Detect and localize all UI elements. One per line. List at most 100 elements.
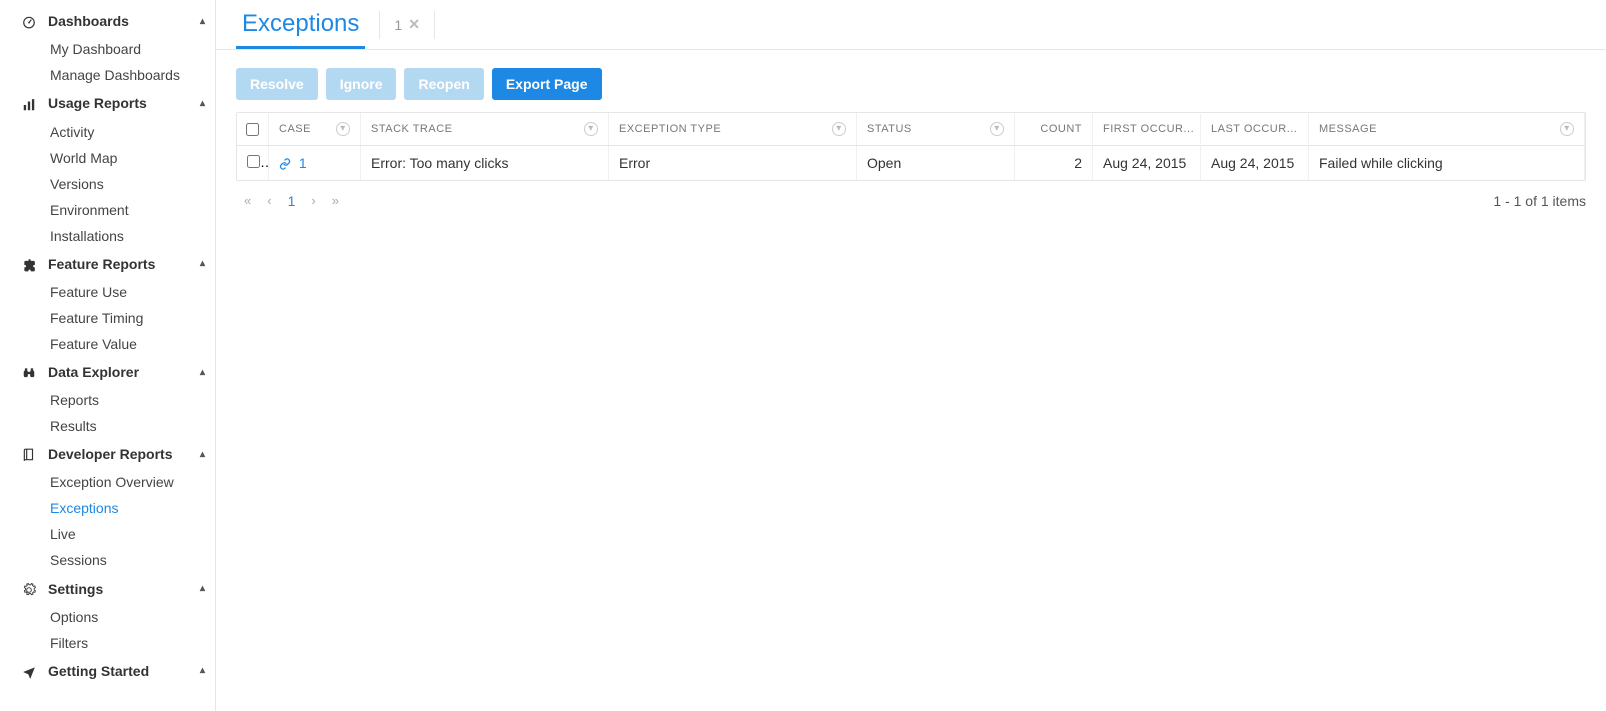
column-label: COUNT: [1040, 123, 1082, 135]
case-id: 1: [299, 155, 307, 171]
nav-item-feature-timing[interactable]: Feature Timing: [50, 305, 215, 331]
pager-first-icon[interactable]: «: [236, 191, 259, 210]
column-label: STACK TRACE: [371, 123, 453, 135]
close-tab-icon[interactable]: ✕: [408, 16, 420, 33]
nav-item-activity[interactable]: Activity: [50, 119, 215, 145]
nav-item-exception-overview[interactable]: Exception Overview: [50, 469, 215, 495]
tab-bar: Exceptions 1 ✕: [216, 0, 1606, 50]
nav-item-sessions[interactable]: Sessions: [50, 547, 215, 573]
sidebar: Dashboards ▴ My DashboardManage Dashboards…: [0, 0, 216, 711]
nav-section-label: Settings: [48, 581, 103, 597]
column-label: MESSAGE: [1319, 123, 1377, 135]
nav-item-manage-dashboards[interactable]: Manage Dashboards: [50, 62, 215, 88]
nav-item-versions[interactable]: Versions: [50, 171, 215, 197]
case-link[interactable]: 1: [279, 155, 307, 171]
column-header-first-occur[interactable]: FIRST OCCUR...: [1093, 114, 1201, 144]
pager-summary: 1 - 1 of 1 items: [1493, 193, 1586, 209]
column-header-count[interactable]: COUNT: [1015, 114, 1093, 144]
column-header-status[interactable]: STATUS ▾: [857, 113, 1015, 145]
pager-current-page[interactable]: 1: [280, 193, 304, 209]
column-header-exception-type[interactable]: EXCEPTION TYPE ▾: [609, 113, 857, 145]
table-row[interactable]: 1 Error: Too many clicks Error Open 2 Au…: [237, 146, 1585, 180]
nav-section-dashboards[interactable]: Dashboards ▴: [0, 6, 215, 36]
nav-item-exceptions[interactable]: Exceptions: [50, 495, 215, 521]
chevron-up-icon: ▴: [200, 665, 205, 676]
chevron-up-icon: ▴: [200, 583, 205, 594]
filter-icon[interactable]: ▾: [584, 122, 598, 136]
nav-item-filters[interactable]: Filters: [50, 630, 215, 656]
nav-item-world-map[interactable]: World Map: [50, 145, 215, 171]
gear-icon: [22, 580, 42, 596]
pager: « ‹ 1 › » 1 - 1 of 1 items: [216, 181, 1606, 220]
row-checkbox[interactable]: [247, 155, 260, 168]
export-page-button[interactable]: Export Page: [492, 68, 602, 100]
pager-last-icon[interactable]: »: [324, 191, 347, 210]
reopen-button[interactable]: Reopen: [404, 68, 483, 100]
filter-icon[interactable]: ▾: [336, 122, 350, 136]
select-all-checkbox[interactable]: [246, 123, 259, 136]
nav-section-label: Feature Reports: [48, 256, 155, 272]
binoculars-icon: [22, 364, 42, 380]
nav-section-data-explorer[interactable]: Data Explorer ▴: [0, 357, 215, 387]
row-message-cell: Failed while clicking: [1309, 146, 1585, 180]
column-header-last-occur[interactable]: LAST OCCUR...: [1201, 114, 1309, 144]
chevron-up-icon: ▴: [200, 98, 205, 109]
puzzle-icon: [22, 256, 42, 272]
exceptions-table: CASE ▾ STACK TRACE ▾ EXCEPTION TYPE ▾ ST…: [236, 112, 1586, 181]
nav-item-reports[interactable]: Reports: [50, 387, 215, 413]
select-all-header: [237, 114, 269, 145]
column-label: CASE: [279, 123, 311, 135]
nav-section-label: Getting Started: [48, 663, 149, 679]
row-first-cell: Aug 24, 2015: [1093, 146, 1201, 180]
chevron-up-icon: ▴: [200, 449, 205, 460]
nav-section-label: Dashboards: [48, 13, 129, 29]
row-last-cell: Aug 24, 2015: [1201, 146, 1309, 180]
plane-icon: [22, 663, 42, 679]
row-stack-cell: Error: Too many clicks: [361, 146, 609, 180]
nav-item-installations[interactable]: Installations: [50, 223, 215, 249]
filter-icon[interactable]: ▾: [832, 122, 846, 136]
tab-count: 1: [394, 17, 402, 33]
toolbar: Resolve Ignore Reopen Export Page: [216, 50, 1606, 112]
main-content: Exceptions 1 ✕ Resolve Ignore Reopen Exp…: [216, 0, 1606, 711]
filter-icon[interactable]: ▾: [1560, 122, 1574, 136]
nav-section-getting-started[interactable]: Getting Started ▴: [0, 656, 215, 686]
pager-next-icon[interactable]: ›: [303, 191, 323, 210]
chevron-up-icon: ▴: [200, 258, 205, 269]
link-icon: [279, 155, 295, 171]
nav-item-options[interactable]: Options: [50, 604, 215, 630]
chevron-up-icon: ▴: [200, 367, 205, 378]
column-label: FIRST OCCUR...: [1103, 123, 1194, 135]
tab-divider-end: [434, 11, 435, 39]
nav-section-label: Usage Reports: [48, 95, 147, 111]
chevron-up-icon: ▴: [200, 16, 205, 27]
row-status-cell: Open: [857, 146, 1015, 180]
nav-item-feature-value[interactable]: Feature Value: [50, 331, 215, 357]
column-label: EXCEPTION TYPE: [619, 123, 721, 135]
nav-section-label: Data Explorer: [48, 364, 139, 380]
column-header-case[interactable]: CASE ▾: [269, 113, 361, 145]
nav-item-results[interactable]: Results: [50, 413, 215, 439]
nav-item-environment[interactable]: Environment: [50, 197, 215, 223]
ignore-button[interactable]: Ignore: [326, 68, 397, 100]
nav-item-my-dashboard[interactable]: My Dashboard: [50, 36, 215, 62]
column-header-stack-trace[interactable]: STACK TRACE ▾: [361, 113, 609, 145]
nav-item-live[interactable]: Live: [50, 521, 215, 547]
pager-prev-icon[interactable]: ‹: [259, 191, 279, 210]
nav-section-developer-reports[interactable]: Developer Reports▴: [0, 439, 215, 469]
nav-section-settings[interactable]: Settings ▴: [0, 573, 215, 603]
page-title[interactable]: Exceptions: [236, 0, 365, 49]
nav-item-feature-use[interactable]: Feature Use: [50, 279, 215, 305]
table-header-row: CASE ▾ STACK TRACE ▾ EXCEPTION TYPE ▾ ST…: [237, 113, 1585, 146]
bar-chart-icon: [22, 95, 42, 111]
resolve-button[interactable]: Resolve: [236, 68, 318, 100]
column-header-message[interactable]: MESSAGE ▾: [1309, 113, 1585, 145]
column-label: LAST OCCUR...: [1211, 123, 1297, 135]
row-type-cell: Error: [609, 146, 857, 180]
row-select-cell: [237, 146, 269, 180]
nav-section-usage-reports[interactable]: Usage Reports ▴: [0, 88, 215, 118]
nav-section-feature-reports[interactable]: Feature Reports ▴: [0, 249, 215, 279]
row-case-cell: 1: [269, 146, 361, 180]
book-icon: [22, 446, 42, 462]
filter-icon[interactable]: ▾: [990, 122, 1004, 136]
